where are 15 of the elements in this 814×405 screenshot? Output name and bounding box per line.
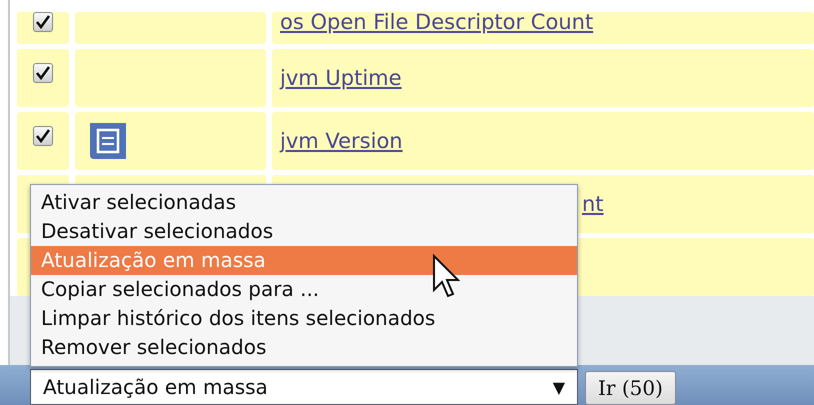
go-button[interactable]: Ir (50): [585, 371, 676, 405]
action-select[interactable]: Atualização em massa ▼: [30, 369, 578, 405]
checkbox[interactable]: [33, 126, 53, 146]
item-link[interactable]: jvm Version: [272, 129, 403, 153]
document-icon[interactable]: [89, 122, 127, 160]
item-link[interactable]: jvm Uptime: [272, 66, 402, 90]
menu-option[interactable]: Ativar selecionadas: [31, 188, 577, 217]
item-link[interactable]: os Open File Descriptor Count: [272, 12, 594, 34]
menu-option[interactable]: Copiar selecionados para ...: [31, 275, 577, 304]
menu-option[interactable]: Remover selecionados: [31, 333, 577, 362]
menu-option[interactable]: Limpar histórico dos itens selecionados: [31, 304, 577, 333]
checkbox[interactable]: [33, 12, 53, 32]
checkbox[interactable]: [33, 63, 53, 83]
cursor-icon: [432, 254, 460, 300]
menu-option[interactable]: Desativar selecionados: [31, 217, 577, 246]
